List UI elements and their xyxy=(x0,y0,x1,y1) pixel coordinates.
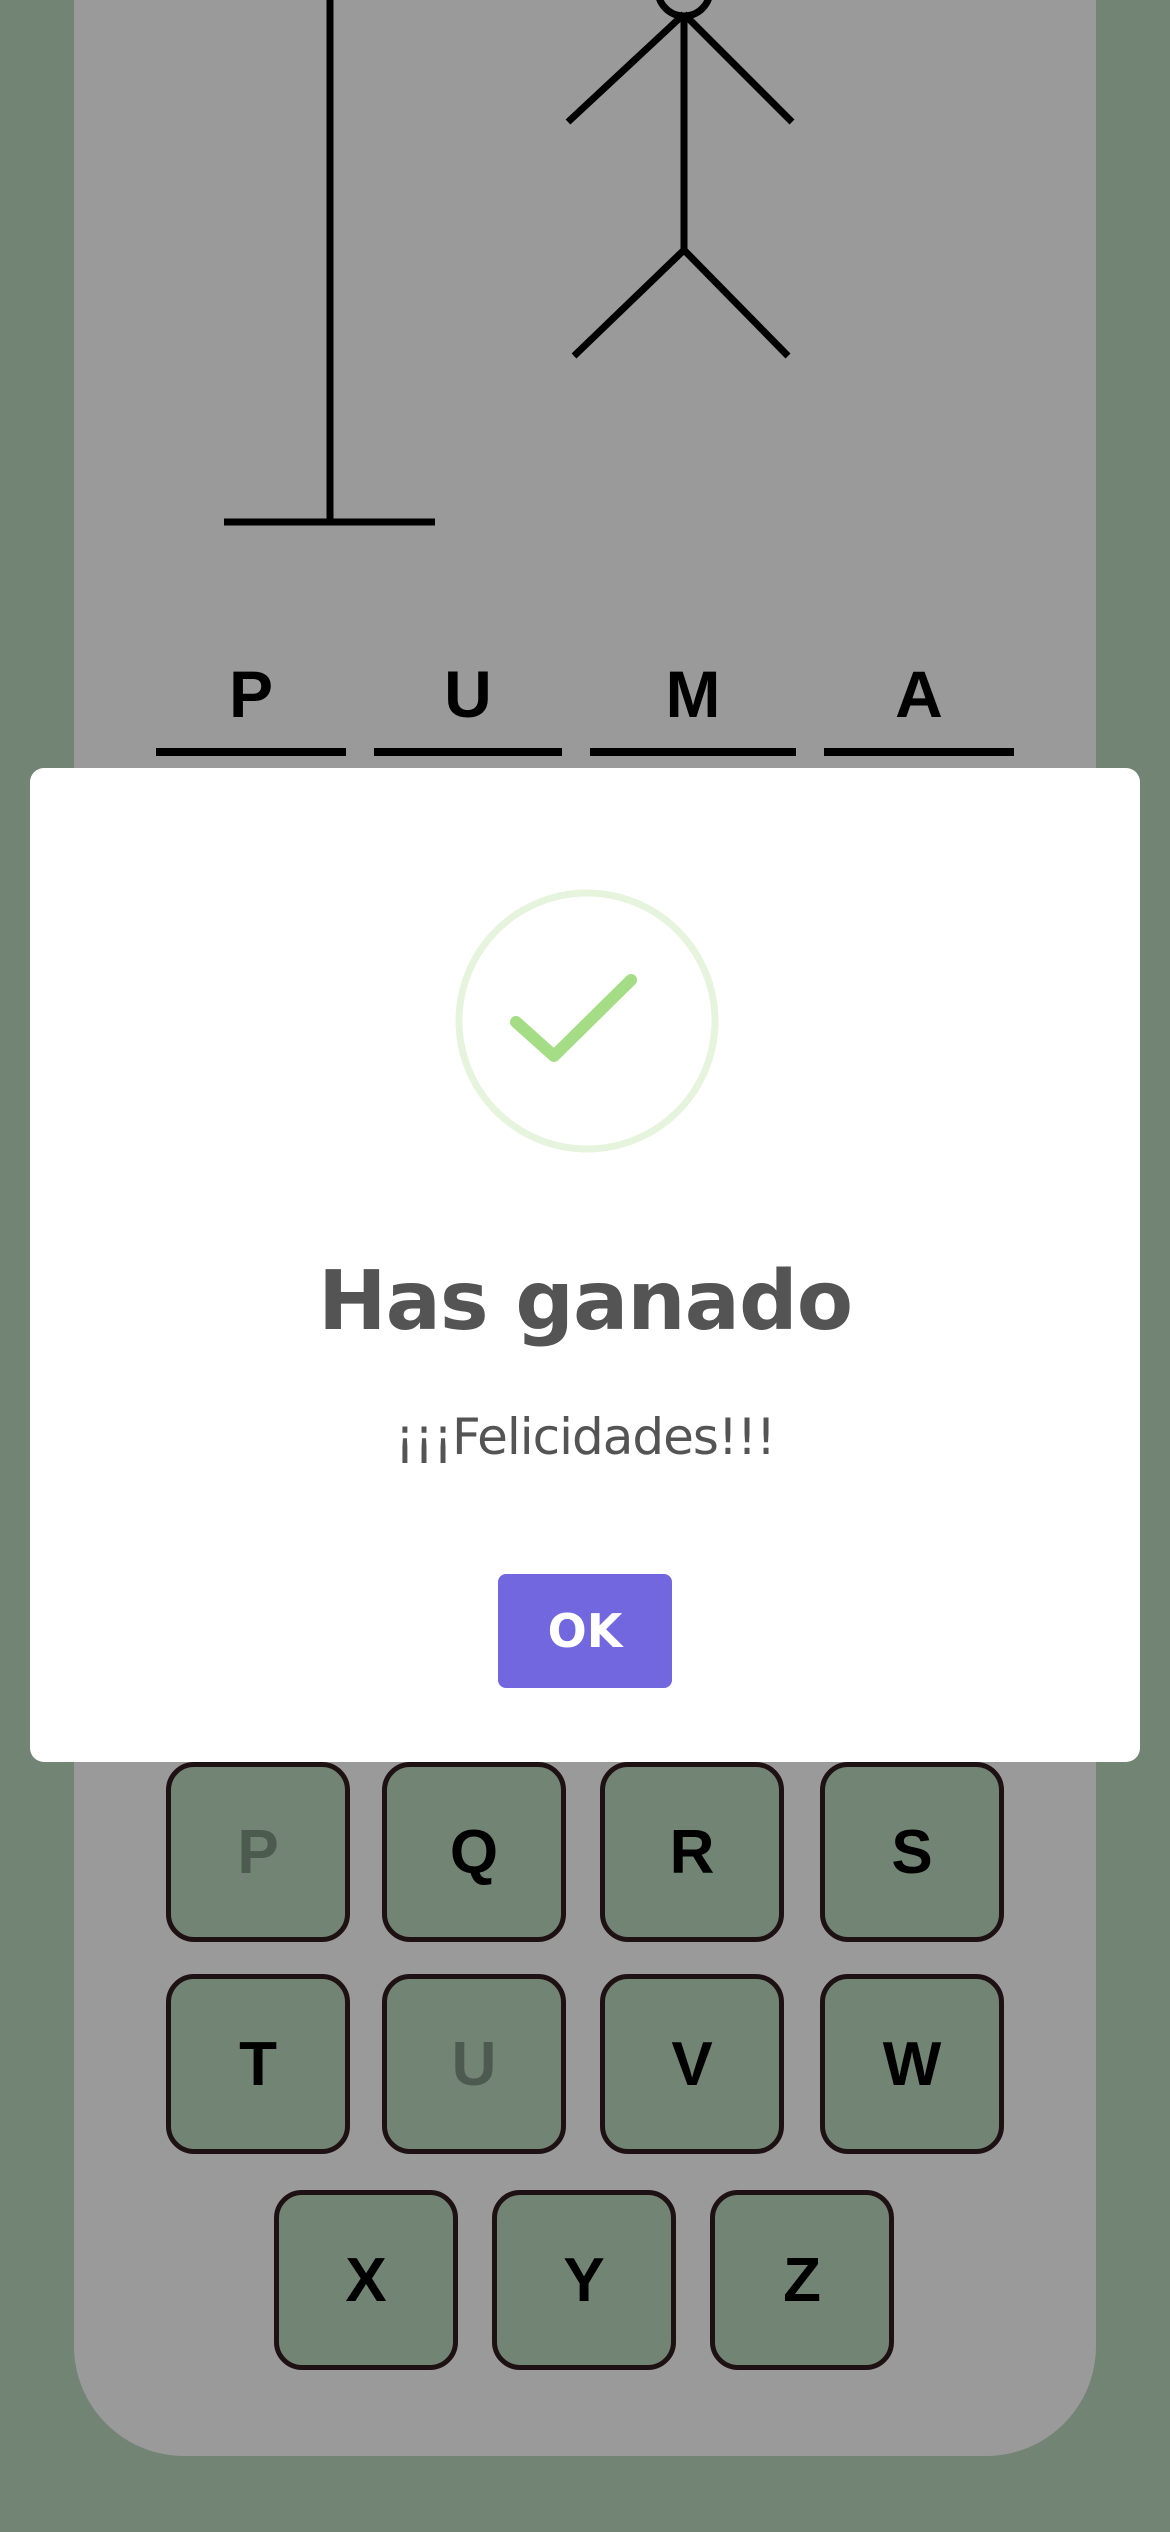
hangman-head xyxy=(656,0,712,20)
word-letter-slot: U xyxy=(374,640,562,756)
key-x[interactable]: X xyxy=(274,2190,458,2370)
ok-button[interactable]: OK xyxy=(498,1574,672,1688)
word-letter-slot: P xyxy=(156,640,346,756)
key-s[interactable]: S xyxy=(820,1762,1004,1942)
hangman-left-leg xyxy=(571,247,687,359)
checkmark-success-icon xyxy=(455,889,719,1153)
key-p[interactable]: P xyxy=(166,1762,350,1942)
key-z[interactable]: Z xyxy=(710,2190,894,2370)
hangman-right-arm xyxy=(681,11,795,125)
app-screen: P U M A P Q R S T U V W X Y Z Has ganado… xyxy=(0,0,1170,2532)
dialog-message: ¡¡¡Felicidades!!! xyxy=(394,1408,776,1466)
hangman-left-arm xyxy=(565,11,687,125)
key-y[interactable]: Y xyxy=(492,2190,676,2370)
key-v[interactable]: V xyxy=(600,1974,784,2154)
key-w[interactable]: W xyxy=(820,1974,1004,2154)
hangman-drawing xyxy=(224,0,795,526)
word-letter-slot: M xyxy=(590,640,796,756)
key-u[interactable]: U xyxy=(382,1974,566,2154)
win-dialog: Has ganado ¡¡¡Felicidades!!! OK xyxy=(30,768,1140,1762)
key-t[interactable]: T xyxy=(166,1974,350,2154)
key-q[interactable]: Q xyxy=(382,1762,566,1942)
dialog-title: Has ganado xyxy=(317,1254,853,1349)
hangman-right-leg xyxy=(681,247,791,359)
word-letter-slot: A xyxy=(824,640,1014,756)
key-r[interactable]: R xyxy=(600,1762,784,1942)
